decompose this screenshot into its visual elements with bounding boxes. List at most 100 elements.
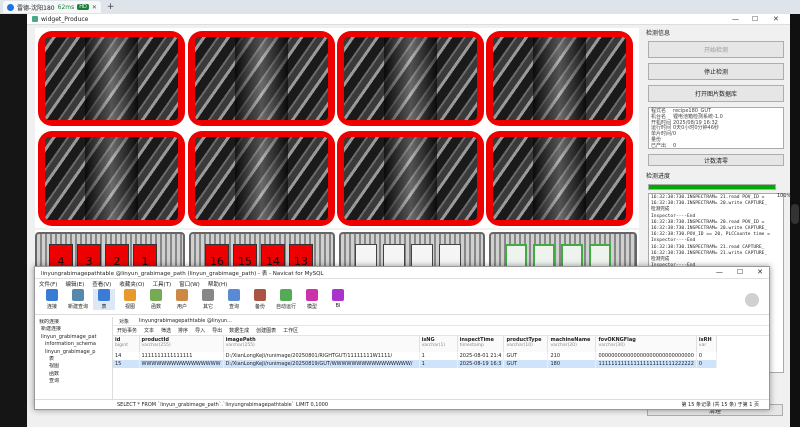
- menu-item[interactable]: 编辑(E): [65, 280, 84, 288]
- column-header[interactable]: isRH var: [696, 336, 717, 352]
- navicat-minimize-icon[interactable]: —: [716, 268, 723, 276]
- tool-button[interactable]: 新建查询: [67, 289, 89, 310]
- grid-tool[interactable]: 导入: [195, 327, 205, 334]
- tree-item[interactable]: 查询: [37, 378, 110, 385]
- grid-tool[interactable]: 文本: [144, 327, 154, 334]
- column-header[interactable]: imagePath varchar(255): [223, 336, 420, 352]
- column-header[interactable]: isNG varchar(1): [419, 336, 458, 352]
- column-header[interactable]: id bigint: [113, 336, 140, 352]
- tool-icon: [254, 289, 266, 301]
- menu-item[interactable]: 查看(V): [92, 280, 111, 288]
- tool-button[interactable]: 模型: [301, 289, 323, 310]
- grid-tool[interactable]: 创建图表: [256, 327, 276, 334]
- grid-tool[interactable]: 导出: [212, 327, 222, 334]
- table-row[interactable]: 15 WWWWWWWWWWWWWWWW D:/XianLongKeJi/runima…: [113, 360, 717, 368]
- table-cell[interactable]: 180: [547, 360, 597, 368]
- camera-image: [493, 137, 626, 220]
- tab-objects[interactable]: 对象: [119, 318, 129, 325]
- tree-item[interactable]: 我的连接: [37, 319, 110, 326]
- tool-button[interactable]: 备份: [249, 289, 271, 310]
- open-image-db-button[interactable]: 打开图片数据库: [648, 85, 784, 102]
- tree-item[interactable]: 表: [37, 356, 110, 363]
- tool-button[interactable]: BI: [327, 289, 349, 309]
- menu-item[interactable]: 文件(F): [39, 280, 57, 288]
- column-header[interactable]: inspectTime timestamp: [457, 336, 505, 352]
- tool-label: 模型: [306, 304, 317, 310]
- table-cell[interactable]: 000000000000000000000000000000: [595, 352, 697, 360]
- grid-tool[interactable]: 工作区: [283, 327, 298, 334]
- minimize-icon[interactable]: —: [732, 15, 739, 23]
- table-cell[interactable]: 0: [696, 352, 717, 360]
- camera-view-1[interactable]: [38, 31, 185, 126]
- table-cell[interactable]: 210: [547, 352, 597, 360]
- menu-item[interactable]: 收藏夹(O): [119, 280, 144, 288]
- camera-view-2[interactable]: [188, 31, 335, 126]
- tool-icon: [72, 289, 84, 301]
- table-row[interactable]: 14 1111111111111111 D:/XianLongKeJi/runima…: [113, 352, 717, 360]
- navicat-close-icon[interactable]: ✕: [757, 268, 763, 276]
- navicat-maximize-icon[interactable]: ☐: [737, 268, 743, 276]
- camera-image: [195, 37, 328, 120]
- browser-tab[interactable]: 雷德-沈阳180 62ms HD ✕: [3, 1, 101, 13]
- table-cell[interactable]: 14: [113, 352, 140, 360]
- close-icon[interactable]: ✕: [773, 15, 779, 23]
- user-avatar-icon[interactable]: [745, 293, 759, 307]
- camera-view-7[interactable]: [337, 131, 484, 226]
- tree-item[interactable]: 新建连接: [37, 326, 110, 333]
- camera-image: [344, 37, 477, 120]
- tool-button[interactable]: 连接: [41, 289, 63, 310]
- tab-table[interactable]: linyungrabimagepathtable @linyun...: [139, 318, 232, 324]
- maximize-icon[interactable]: ☐: [752, 15, 758, 23]
- tool-button[interactable]: 用户: [171, 289, 193, 310]
- camera-view-3[interactable]: [337, 31, 484, 126]
- menu-item[interactable]: 工具(T): [152, 280, 171, 288]
- tree-item[interactable]: linyun_grabimage_p: [37, 349, 110, 356]
- table-cell[interactable]: GUT: [503, 360, 549, 368]
- table-cell[interactable]: WWWWWWWWWWWWWWWW: [139, 360, 224, 368]
- clear-count-button[interactable]: 计数清零: [648, 154, 784, 166]
- grid-tool[interactable]: 筛选: [161, 327, 171, 334]
- column-type: timestamp: [459, 343, 484, 348]
- grid-tool[interactable]: 数据生成: [229, 327, 249, 334]
- tool-button[interactable]: 表: [93, 289, 115, 310]
- table-cell[interactable]: D:/XianLongKeJi/runimage/20250801/RIGHTG…: [223, 352, 420, 360]
- table-cell[interactable]: GUT: [503, 352, 549, 360]
- tree-item[interactable]: information_schema: [37, 341, 110, 348]
- menu-item[interactable]: 帮助(H): [208, 280, 227, 288]
- tool-button[interactable]: 其它: [197, 289, 219, 310]
- grid-tool[interactable]: 排序: [178, 327, 188, 334]
- start-detect-button[interactable]: 开始检测: [648, 41, 784, 58]
- tool-button[interactable]: 视图: [119, 289, 141, 310]
- table-cell[interactable]: D:/XianLongKeJi/runimage/20250819/GUT/WW…: [223, 360, 420, 368]
- grid-tool[interactable]: 开始事务: [117, 327, 137, 334]
- stop-detect-button[interactable]: 停止检测: [648, 63, 784, 80]
- table-cell[interactable]: 0: [696, 360, 717, 368]
- tree-item[interactable]: linyun_grabimage_pat: [37, 334, 110, 341]
- new-tab-icon[interactable]: +: [107, 2, 115, 12]
- table-cell[interactable]: 1: [419, 360, 458, 368]
- table-cell[interactable]: 1111111111111111: [139, 352, 224, 360]
- menu-item[interactable]: 窗口(W): [179, 280, 200, 288]
- column-header[interactable]: productId varchar(255): [139, 336, 224, 352]
- tool-button[interactable]: 函数: [145, 289, 167, 310]
- table-cell[interactable]: 15: [113, 360, 140, 368]
- table-cell[interactable]: 2025-08-01 21:4: [457, 352, 505, 360]
- table-cell[interactable]: 1: [419, 352, 458, 360]
- tool-icon: [202, 289, 214, 301]
- camera-view-8[interactable]: [486, 131, 633, 226]
- tool-button[interactable]: 查询: [223, 289, 245, 310]
- tool-button[interactable]: 自动运行: [275, 289, 297, 310]
- camera-view-6[interactable]: [188, 131, 335, 226]
- camera-view-5[interactable]: [38, 131, 185, 226]
- column-header[interactable]: fovOKNGFlag varchar(30): [595, 336, 697, 352]
- column-header[interactable]: machineName varchar(20): [547, 336, 597, 352]
- log-line: 16:32:38:730.INSPECTRAM= 21.read CAPTURE…: [651, 244, 765, 250]
- table-cell[interactable]: 2025-08-19 16:3: [457, 360, 505, 368]
- close-tab-icon[interactable]: ✕: [92, 4, 97, 11]
- table-cell[interactable]: 111111111111111111111111222222: [595, 360, 697, 368]
- column-header[interactable]: productType varchar(10): [503, 336, 549, 352]
- tree-item[interactable]: 函数: [37, 371, 110, 378]
- scroll-handle[interactable]: [791, 204, 799, 224]
- camera-view-4[interactable]: [486, 31, 633, 126]
- tree-item[interactable]: 视图: [37, 363, 110, 370]
